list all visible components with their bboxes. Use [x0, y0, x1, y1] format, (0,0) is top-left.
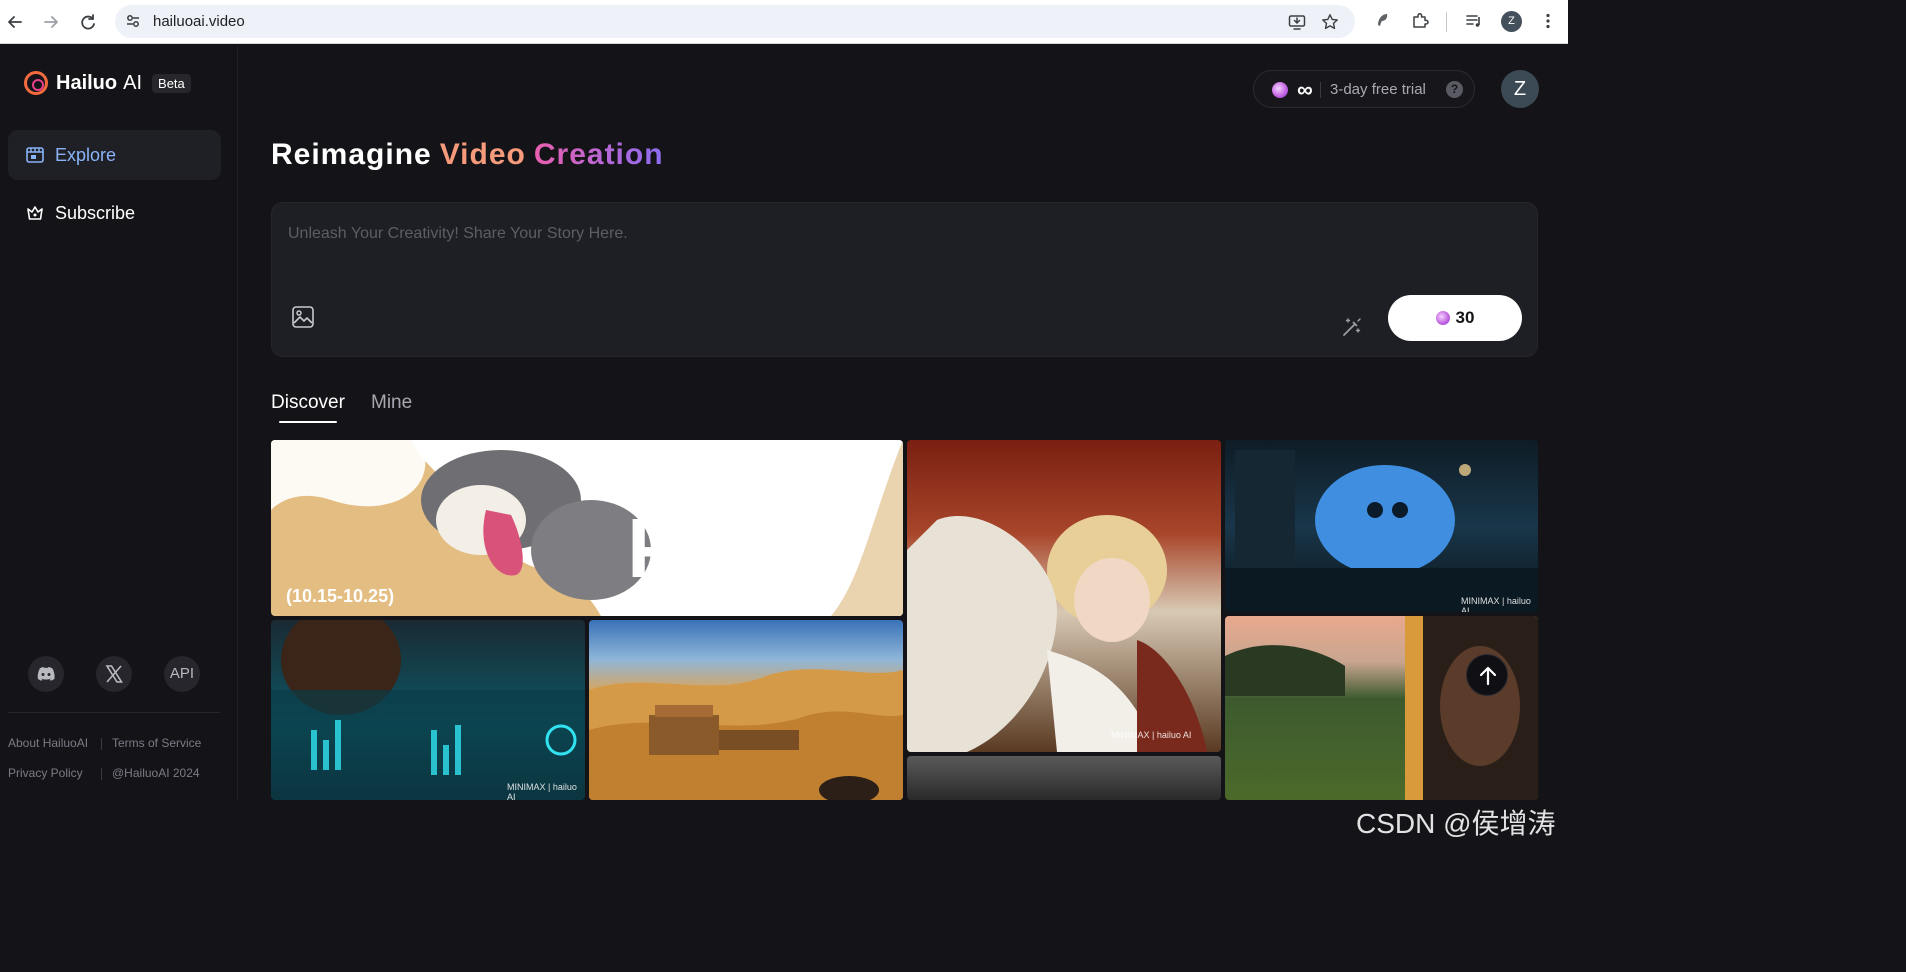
sidebar-item-label: Subscribe	[55, 202, 136, 223]
explore-icon	[25, 145, 45, 165]
copyright-text: @HailuoAI 2024	[112, 766, 200, 780]
blue-creature-illustration	[1225, 450, 1538, 612]
card-watermark: MINIMAX | hailuo AI	[507, 782, 577, 800]
api-link[interactable]: API	[164, 656, 200, 692]
toolbar-separator	[1446, 12, 1447, 32]
bookmark-star-icon[interactable]	[1321, 13, 1339, 31]
about-link[interactable]: About HailuoAI	[8, 736, 88, 750]
title-word-video: Video	[439, 138, 526, 171]
sidebar-item-subscribe[interactable]: Subscribe	[8, 188, 221, 238]
title-word-reimagine: Reimagine	[271, 138, 432, 171]
credits-separator	[1320, 82, 1321, 98]
desert-ruins-illustration	[589, 669, 903, 800]
footer-separator	[101, 738, 102, 750]
gallery-card-pets-banner[interactable]: Secret Life of Pets (10.15-10.25)	[271, 440, 903, 616]
trial-text: 3-day free trial	[1330, 81, 1426, 98]
brand-logo[interactable]: Hailuo AI Beta	[24, 70, 191, 96]
gallery-card-black-white[interactable]	[907, 756, 1221, 800]
credits-pill[interactable]: ∞ 3-day free trial ?	[1253, 70, 1475, 108]
browser-toolbar: hailuoai.video Z	[0, 0, 1568, 44]
url-text[interactable]: hailuoai.video	[153, 13, 245, 30]
forward-icon[interactable]	[40, 11, 62, 33]
app-root: Hailuo AI Beta Explore Subscribe API Abo…	[0, 46, 1568, 839]
media-queue-icon[interactable]	[1464, 11, 1484, 31]
title-word-creation: Creation	[533, 138, 664, 171]
magic-wand-icon[interactable]	[1340, 315, 1364, 339]
footer-separator	[101, 768, 102, 780]
tab-mine[interactable]: Mine	[371, 392, 412, 414]
image-upload-icon[interactable]	[291, 305, 315, 329]
back-icon[interactable]	[4, 11, 26, 33]
x-icon[interactable]	[96, 656, 132, 692]
crown-icon	[25, 203, 45, 223]
gallery-card-desert-ruins[interactable]	[589, 620, 903, 800]
privacy-link[interactable]: Privacy Policy	[8, 766, 83, 780]
help-icon[interactable]: ?	[1446, 81, 1463, 98]
scroll-to-top-button[interactable]	[1466, 654, 1508, 696]
credits-amount: ∞	[1297, 77, 1313, 102]
gallery-card-futuristic-ui[interactable]: MINIMAX | hailuo AI	[271, 620, 585, 800]
countryside-illustration	[1225, 616, 1538, 800]
address-bar[interactable]: hailuoai.video	[115, 5, 1355, 38]
banner-headline: Secret Life of	[631, 466, 822, 499]
gallery-card-blue-creature[interactable]: MINIMAX | hailuo AI	[1225, 440, 1538, 612]
sidebar: Hailuo AI Beta Explore Subscribe API Abo…	[0, 46, 238, 800]
beta-badge: Beta	[152, 73, 191, 93]
banner-dates: (10.15-10.25)	[286, 586, 395, 606]
sidebar-item-explore[interactable]: Explore	[8, 130, 221, 180]
generate-cost: 30	[1455, 308, 1475, 327]
page-title: Reimagine Video Creation	[271, 138, 664, 172]
card-watermark: MINIMAX | hailuo AI	[1111, 730, 1192, 740]
brand-ai: AI	[123, 71, 143, 94]
browser-menu-icon[interactable]	[1538, 11, 1558, 31]
futuristic-ui-illustration	[271, 620, 585, 800]
site-info-icon[interactable]	[125, 13, 141, 29]
browser-profile-avatar[interactable]: Z	[1501, 11, 1522, 32]
install-app-icon[interactable]	[1288, 13, 1306, 31]
active-tab-indicator	[279, 421, 337, 423]
discord-icon[interactable]	[28, 656, 64, 692]
terms-link[interactable]: Terms of Service	[112, 736, 201, 750]
sidebar-divider	[8, 712, 220, 713]
sidebar-item-label: Explore	[55, 144, 117, 165]
card-watermark: MINIMAX | hailuo AI	[1461, 596, 1531, 612]
brand-name: Hailuo	[56, 71, 118, 94]
extensions-puzzle-icon[interactable]	[1410, 11, 1430, 31]
shell-credit-icon	[1435, 311, 1450, 325]
reload-icon[interactable]	[77, 11, 99, 33]
gallery-card-dragon[interactable]: MINIMAX | hailuo AI	[907, 440, 1221, 752]
shell-credit-icon	[1272, 82, 1288, 98]
gallery-card-countryside[interactable]	[1225, 616, 1538, 800]
overlay-watermark: CSDN @侯增涛	[1356, 808, 1556, 839]
prompt-panel: 30	[271, 202, 1538, 357]
user-avatar[interactable]: Z	[1501, 70, 1539, 108]
extension-feather-icon[interactable]	[1373, 11, 1393, 31]
prompt-input[interactable]	[288, 221, 1488, 247]
generate-button[interactable]: 30	[1388, 295, 1522, 341]
dragon-illustration	[907, 515, 1207, 752]
banner-big-text: Pets	[627, 501, 798, 595]
tab-discover[interactable]: Discover	[271, 392, 345, 414]
hailuo-logo-icon	[24, 71, 48, 95]
